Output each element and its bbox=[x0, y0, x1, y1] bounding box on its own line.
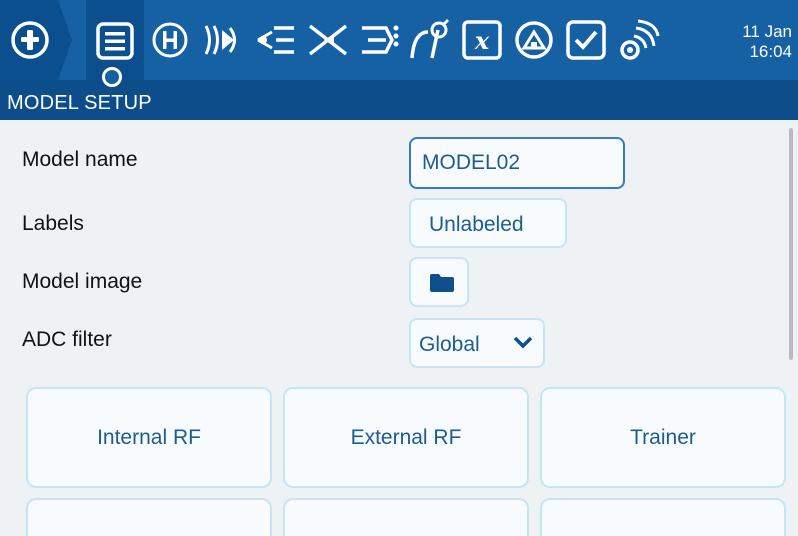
heli-h-icon bbox=[152, 22, 188, 58]
setup-button-row2-1[interactable] bbox=[26, 498, 272, 536]
chevron-down-icon bbox=[513, 336, 533, 349]
internal-rf-button[interactable]: Internal RF bbox=[26, 387, 272, 488]
folder-icon bbox=[430, 274, 454, 292]
telemetry-icon bbox=[620, 19, 660, 60]
adc-filter-select[interactable]: Global bbox=[409, 318, 545, 368]
mixer-icon bbox=[308, 24, 348, 56]
tab-inputs[interactable] bbox=[254, 18, 298, 62]
tab-outputs[interactable] bbox=[358, 18, 402, 62]
page-title: MODEL SETUP bbox=[0, 80, 798, 120]
labels-button[interactable]: Unlabeled bbox=[409, 198, 567, 248]
scrollbar[interactable] bbox=[789, 128, 793, 360]
radio-menu-button[interactable] bbox=[0, 0, 72, 80]
date-time-display: 11 Jan 16:04 bbox=[742, 22, 792, 62]
model-image-label: Model image bbox=[22, 270, 143, 293]
model-name-label: Model name bbox=[22, 148, 138, 171]
flight-modes-icon bbox=[204, 25, 236, 55]
external-rf-button[interactable]: External RF bbox=[283, 387, 529, 488]
tab-telemetry[interactable] bbox=[616, 18, 660, 62]
logical-switches-icon bbox=[515, 21, 553, 59]
tab-flight-modes[interactable] bbox=[200, 18, 244, 62]
external-rf-label: External RF bbox=[350, 425, 462, 449]
setup-button-row2-2[interactable] bbox=[283, 498, 529, 536]
setup-button-row2-3[interactable] bbox=[540, 498, 786, 536]
tab-special-functions[interactable] bbox=[564, 18, 608, 62]
trainer-button[interactable]: Trainer bbox=[540, 387, 786, 488]
gvars-x-icon: x bbox=[462, 20, 502, 60]
model-name-field[interactable]: MODEL02 bbox=[409, 137, 625, 189]
adc-filter-value: Global bbox=[419, 333, 480, 356]
adc-filter-label: ADC filter bbox=[22, 328, 112, 351]
date-text: 11 Jan bbox=[742, 22, 792, 41]
model-name-value: MODEL02 bbox=[422, 151, 521, 174]
tab-mixes[interactable] bbox=[306, 18, 350, 62]
tab-gvars[interactable]: x bbox=[460, 18, 504, 62]
inputs-icon bbox=[257, 26, 294, 54]
active-tab-indicator bbox=[102, 67, 122, 87]
model-setup-panel: Model name MODEL02 Labels Unlabeled Mode… bbox=[0, 120, 798, 536]
top-icon-bar: x 11 Jan 16:04 bbox=[0, 0, 798, 87]
labels-label: Labels bbox=[22, 212, 84, 235]
tab-logical-switches[interactable] bbox=[512, 18, 556, 62]
outputs-icon bbox=[362, 25, 399, 54]
model-image-button[interactable] bbox=[409, 257, 469, 307]
labels-value: Unlabeled bbox=[429, 213, 524, 236]
special-functions-icon bbox=[566, 20, 606, 60]
list-icon bbox=[96, 22, 134, 60]
time-text: 16:04 bbox=[749, 42, 792, 61]
svg-text:x: x bbox=[474, 26, 490, 55]
trainer-label: Trainer bbox=[630, 425, 696, 449]
radio-menu-icon bbox=[11, 21, 49, 59]
tab-heli[interactable] bbox=[148, 18, 192, 62]
internal-rf-label: Internal RF bbox=[97, 425, 201, 449]
tab-curves[interactable] bbox=[408, 18, 452, 62]
curves-icon bbox=[410, 18, 450, 59]
